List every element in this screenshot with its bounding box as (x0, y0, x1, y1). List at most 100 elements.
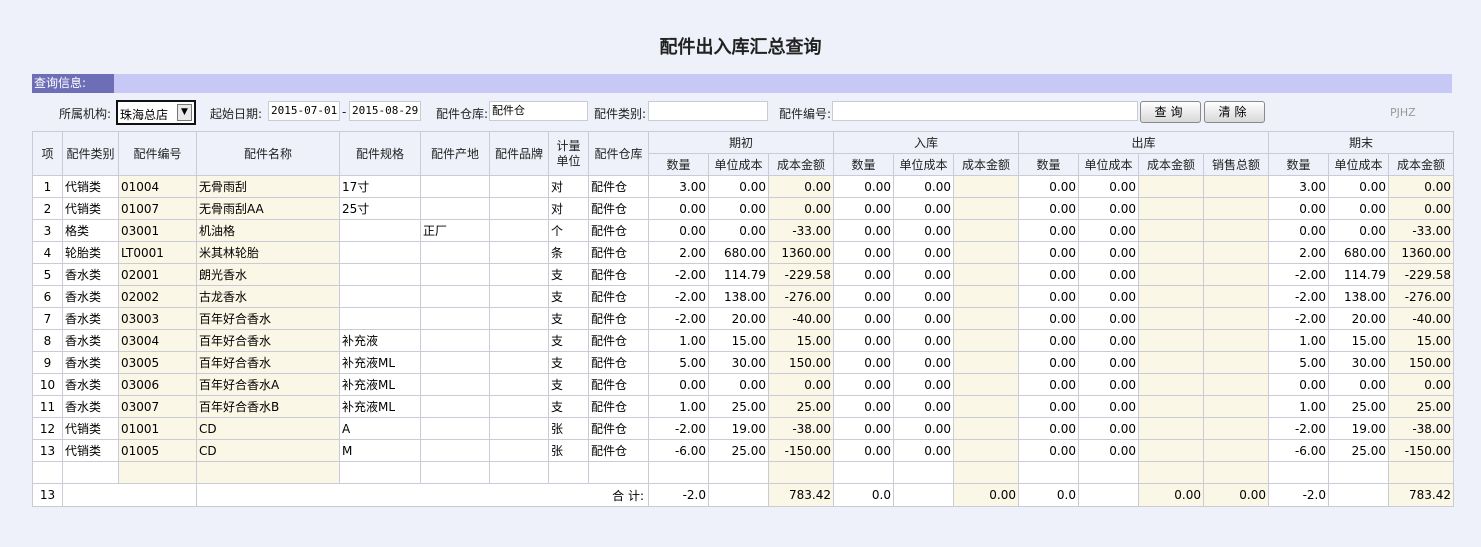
cell-e-amt: -276.00 (1388, 285, 1455, 308)
org-select[interactable]: 珠海总店 ▼ (116, 100, 196, 125)
cell-e-amt: 25.00 (1388, 395, 1455, 418)
table-row[interactable]: 11 香水类 03007 百年好合香水B 补充液ML 支配件仓 1.00 25.00 25.00… (32, 395, 1455, 418)
table-row[interactable]: 10 香水类 03006 百年好合香水A 补充液ML 支配件仓 0.00 0.00 0.00 0.… (32, 373, 1455, 396)
totals-out-amount: 0.00 (1138, 483, 1204, 507)
cell-b-uc: 0.00 (708, 373, 769, 396)
col-idx: 项 (32, 131, 63, 176)
table-row[interactable]: 6 香水类 02002 古龙香水支配件仓 -2.00 138.00 -276.00 0.00 0… (32, 285, 1455, 308)
cell-i-amt (953, 197, 1019, 220)
cell-name: 无骨雨刮AA (196, 197, 340, 220)
cell-brand (489, 219, 549, 242)
cell-unit: 支 (548, 329, 589, 352)
cell-i-qty: 0.00 (833, 329, 894, 352)
cell-unit: 张 (548, 439, 589, 462)
clear-button[interactable]: 清除 (1204, 101, 1265, 123)
part-no-input[interactable] (832, 101, 1138, 121)
cell-b-qty: 1.00 (648, 395, 709, 418)
cell-code: 03004 (118, 329, 197, 352)
cell-spec (339, 307, 421, 330)
cell-spec: 补充液ML (339, 351, 421, 374)
empty-row (32, 461, 1455, 484)
cell-e-amt: -229.58 (1388, 263, 1455, 286)
cell-o-sales (1202, 351, 1270, 374)
cell-category: 香水类 (62, 329, 119, 352)
cell-category: 代销类 (62, 197, 119, 220)
cell-i-amt (953, 417, 1019, 440)
col-end-unit-cost: 单位成本 (1328, 153, 1390, 176)
cell-e-uc: 25.00 (1328, 395, 1390, 418)
col-out-unit-cost: 单位成本 (1078, 153, 1139, 176)
cell-warehouse: 配件仓 (588, 439, 649, 462)
cell-code: LT0001 (118, 241, 197, 264)
cell-b-amt: -33.00 (768, 219, 834, 242)
cell-e-qty: -2.00 (1268, 263, 1330, 286)
table-row[interactable]: 13 代销类 01005 CD M 张配件仓 -6.00 25.00 -150.00 0.00 0.… (32, 439, 1455, 462)
cell-spec (339, 285, 421, 308)
table-row[interactable]: 8 香水类 03004 百年好合香水 补充液支配件仓 1.00 15.00 15.00 0.00… (32, 329, 1455, 352)
cell-o-uc: 0.00 (1078, 351, 1139, 374)
cell-unit: 支 (548, 351, 589, 374)
table-row[interactable]: 3 格类 03001 机油格 正厂个配件仓 0.00 0.00 -33.00 0.00 0.00 0… (32, 219, 1455, 242)
table-row[interactable]: 2 代销类 01007 无骨雨刮AA 25寸对配件仓 0.00 0.00 0.00 0.00 0.… (32, 197, 1455, 220)
warehouse-label: 配件仓库: (436, 107, 489, 121)
cell-b-amt: 0.00 (768, 373, 834, 396)
cell-b-amt: -150.00 (768, 439, 834, 462)
cell-e-qty: 0.00 (1268, 197, 1330, 220)
cell-category: 香水类 (62, 373, 119, 396)
cell-e-uc: 0.00 (1328, 175, 1390, 198)
warehouse-input[interactable]: 配件仓 (489, 101, 588, 121)
totals-end-amount: 783.42 (1388, 483, 1455, 507)
category-input[interactable] (648, 101, 768, 121)
col-group-in: 入库 (833, 131, 1019, 154)
cell-o-sales (1202, 439, 1270, 462)
totals-end-qty: -2.0 (1268, 483, 1330, 507)
query-button[interactable]: 查询 (1140, 101, 1201, 123)
totals-begin-qty: -2.0 (648, 483, 709, 507)
cell-unit: 支 (548, 263, 589, 286)
cell-e-qty: 5.00 (1268, 351, 1330, 374)
cell-warehouse: 配件仓 (588, 241, 649, 264)
cell-b-uc: 138.00 (708, 285, 769, 308)
table-row[interactable]: 7 香水类 03003 百年好合香水支配件仓 -2.00 20.00 -40.00 0.00 0… (32, 307, 1455, 330)
cell-o-qty: 0.00 (1018, 307, 1079, 330)
cell-name: 百年好合香水A (196, 373, 340, 396)
cell-o-amt (1138, 263, 1204, 286)
col-end-qty: 数量 (1268, 153, 1330, 176)
col-in-qty: 数量 (833, 153, 894, 176)
cell-b-qty: -2.00 (648, 263, 709, 286)
cell-e-uc: 30.00 (1328, 351, 1390, 374)
start-date-input[interactable]: 2015-07-01 (268, 101, 340, 121)
cell-o-uc: 0.00 (1078, 373, 1139, 396)
cell-o-uc: 0.00 (1078, 395, 1139, 418)
cell-unit: 个 (548, 219, 589, 242)
table-row[interactable]: 1 代销类 01004 无骨雨刮 17寸对配件仓 3.00 0.00 0.00 0.00 0.00… (32, 175, 1455, 198)
cell-origin: 正厂 (420, 219, 490, 242)
cell-i-amt (953, 439, 1019, 462)
table-row[interactable]: 4 轮胎类 LT0001 米其林轮胎条配件仓 2.00 680.00 1360.00 0.00… (32, 241, 1455, 264)
cell-code: 03007 (118, 395, 197, 418)
table-row[interactable]: 5 香水类 02001 朗光香水支配件仓 -2.00 114.79 -229.58 0.00 0… (32, 263, 1455, 286)
cell-i-uc: 0.00 (893, 285, 954, 308)
cell-i-amt (953, 241, 1019, 264)
cell-o-sales (1202, 175, 1270, 198)
cell-b-qty: 2.00 (648, 241, 709, 264)
cell-o-qty: 0.00 (1018, 285, 1079, 308)
totals-label: 合 计: (196, 483, 649, 507)
cell-b-amt: 25.00 (768, 395, 834, 418)
cell-unit: 支 (548, 395, 589, 418)
table-row[interactable]: 9 香水类 03005 百年好合香水 补充液ML 支配件仓 5.00 30.00 150.00 0… (32, 351, 1455, 374)
cell-o-uc: 0.00 (1078, 219, 1139, 242)
cell-brand (489, 175, 549, 198)
chevron-down-icon[interactable]: ▼ (177, 104, 192, 121)
totals-in-amount: 0.00 (953, 483, 1019, 507)
cell-b-uc: 0.00 (708, 175, 769, 198)
cell-e-amt: 0.00 (1388, 175, 1455, 198)
totals-row: 13 合 计: -2.0 783.42 0.0 0.00 0.0 0.00 0.… (32, 483, 1455, 507)
cell-code: 01004 (118, 175, 197, 198)
end-date-input[interactable]: 2015-08-29 (349, 101, 421, 121)
cell-i-qty: 0.00 (833, 197, 894, 220)
cell-e-uc: 114.79 (1328, 263, 1390, 286)
table-row[interactable]: 12 代销类 01001 CD A 张配件仓 -2.00 19.00 -38.00 0.00 0.0… (32, 417, 1455, 440)
cell-o-amt (1138, 439, 1204, 462)
cell-b-uc: 114.79 (708, 263, 769, 286)
